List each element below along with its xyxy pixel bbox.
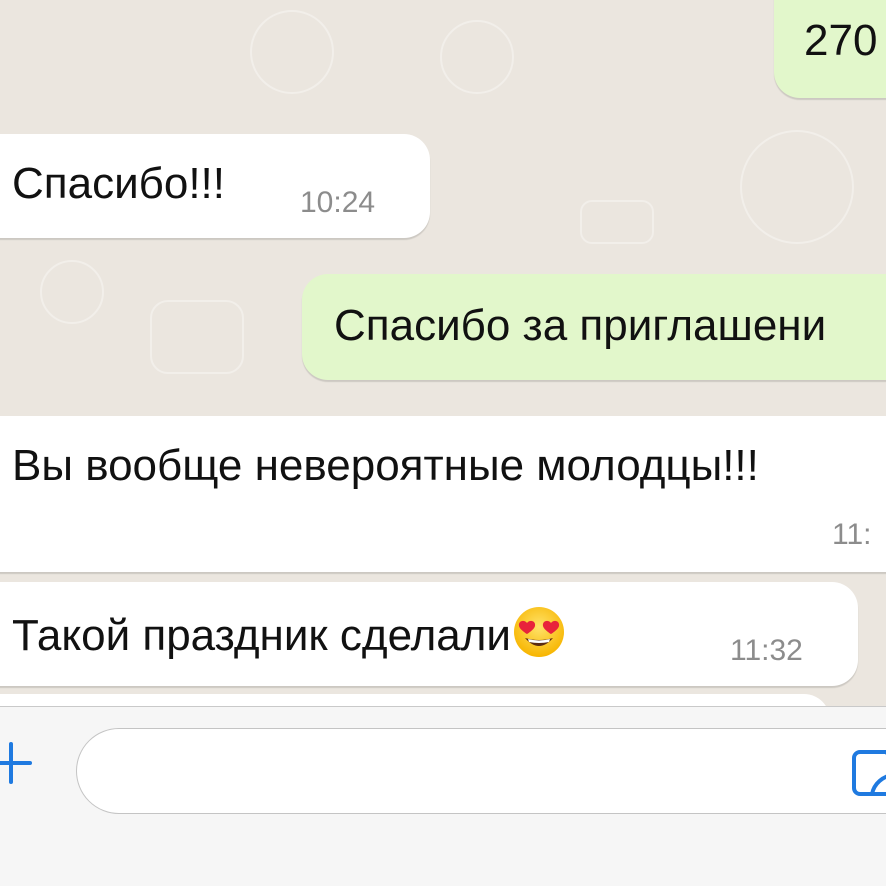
incoming-message-bubble[interactable]: Такой праздник сделали 11:32 (0, 582, 858, 686)
message-text: Спасибо за приглашени (334, 301, 827, 350)
plus-icon (0, 742, 32, 784)
message-timestamp: 10:24 (300, 186, 376, 219)
incoming-message-bubble[interactable]: Вы вообще невероятные молодцы!!! 11: (0, 416, 886, 572)
message-text: Вы вообще невероятные молодцы!!! (12, 441, 759, 490)
outgoing-message-bubble[interactable]: Спасибо за приглашени (302, 274, 886, 380)
message-timestamp: 11: (832, 518, 872, 551)
sticker-button[interactable] (850, 748, 886, 798)
incoming-message-bubble[interactable] (0, 694, 830, 706)
wallpaper-doodle (440, 20, 514, 94)
chat-screen: 270 Спасибо!!! 10:24 Спасибо за приглаше… (0, 0, 886, 886)
incoming-message-bubble[interactable]: Спасибо!!! 10:24 (0, 134, 430, 238)
heart-eyes-emoji-icon (513, 606, 565, 658)
message-timestamp: 11:32 (730, 634, 803, 667)
sticker-icon (852, 750, 886, 796)
message-text: Такой праздник сделали (12, 606, 565, 662)
message-text: Спасибо!!! (12, 159, 225, 208)
wallpaper-doodle (40, 260, 104, 324)
message-text-content: Такой праздник сделали (12, 611, 511, 660)
wallpaper-doodle (580, 200, 654, 244)
outgoing-message-bubble[interactable]: 270 (774, 0, 886, 98)
wallpaper-doodle (150, 300, 244, 374)
wallpaper-doodle (740, 130, 854, 244)
message-text: 270 (804, 16, 878, 65)
message-list[interactable]: 270 Спасибо!!! 10:24 Спасибо за приглаше… (0, 0, 886, 706)
attach-button[interactable] (0, 738, 36, 788)
message-input[interactable] (76, 728, 886, 814)
wallpaper-doodle (250, 10, 334, 94)
